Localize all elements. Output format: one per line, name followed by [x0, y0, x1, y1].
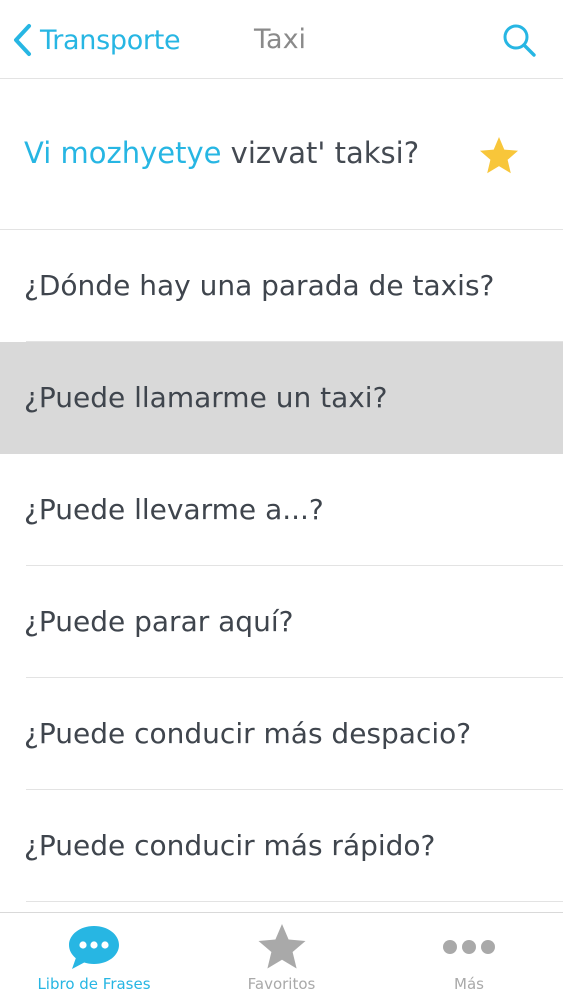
list-item[interactable]: ¿Puede conducir más rápido?	[0, 790, 563, 902]
star-icon	[258, 924, 305, 969]
list-item[interactable]: ¿Puede llevarme a...?	[0, 454, 563, 566]
tab-phrasebook[interactable]: Libro de Frases	[0, 913, 188, 1000]
phrase-list: ¿Dónde hay una parada de taxis? ¿Puede l…	[0, 230, 563, 902]
phrasebook-app: Transporte Taxi Vi mozhyetye vizvat' tak…	[0, 0, 563, 1000]
navigation-bar: Transporte Taxi	[0, 0, 563, 79]
star-icon	[480, 137, 518, 174]
chevron-left-icon	[14, 24, 31, 56]
more-dots-icon	[443, 940, 495, 954]
list-item[interactable]: ¿Puede conducir más despacio?	[0, 678, 563, 790]
list-item[interactable]: ¿Puede parar aquí?	[0, 566, 563, 678]
tab-label: Favoritos	[247, 975, 316, 993]
page-title: Taxi	[254, 24, 307, 55]
back-button[interactable]: Transporte	[12, 20, 181, 60]
featured-phrase[interactable]: Vi mozhyetye vizvat' taksi?	[0, 79, 563, 230]
tab-label: Más	[454, 975, 484, 993]
list-item-text: ¿Puede llevarme a...?	[24, 493, 324, 526]
divider	[26, 901, 563, 902]
tab-bar: Libro de Frases Favoritos Más	[0, 912, 563, 1000]
list-item-text: ¿Puede conducir más rápido?	[24, 829, 436, 862]
favorite-toggle[interactable]	[478, 135, 520, 177]
list-item[interactable]: ¿Dónde hay una parada de taxis?	[0, 230, 563, 342]
list-item-text: ¿Puede llamarme un taxi?	[24, 381, 388, 414]
list-item-text: ¿Puede parar aquí?	[24, 605, 294, 638]
list-item-text: ¿Dónde hay una parada de taxis?	[24, 269, 495, 302]
featured-phrase-text: Vi mozhyetye vizvat' taksi?	[24, 131, 419, 175]
featured-phrase-rest: vizvat' taksi?	[221, 136, 420, 170]
list-item[interactable]: ¿Puede llamarme un taxi?	[0, 342, 563, 454]
chat-bubble-icon	[69, 926, 119, 969]
back-button-label: Transporte	[40, 24, 181, 56]
tab-favorites[interactable]: Favoritos	[188, 913, 375, 1000]
featured-phrase-highlight: Vi mozhyetye	[24, 136, 222, 170]
tab-more[interactable]: Más	[375, 913, 563, 1000]
list-item-text: ¿Puede conducir más despacio?	[24, 717, 472, 750]
search-icon	[503, 24, 536, 57]
tab-label: Libro de Frases	[37, 975, 151, 993]
search-button[interactable]	[501, 22, 537, 58]
